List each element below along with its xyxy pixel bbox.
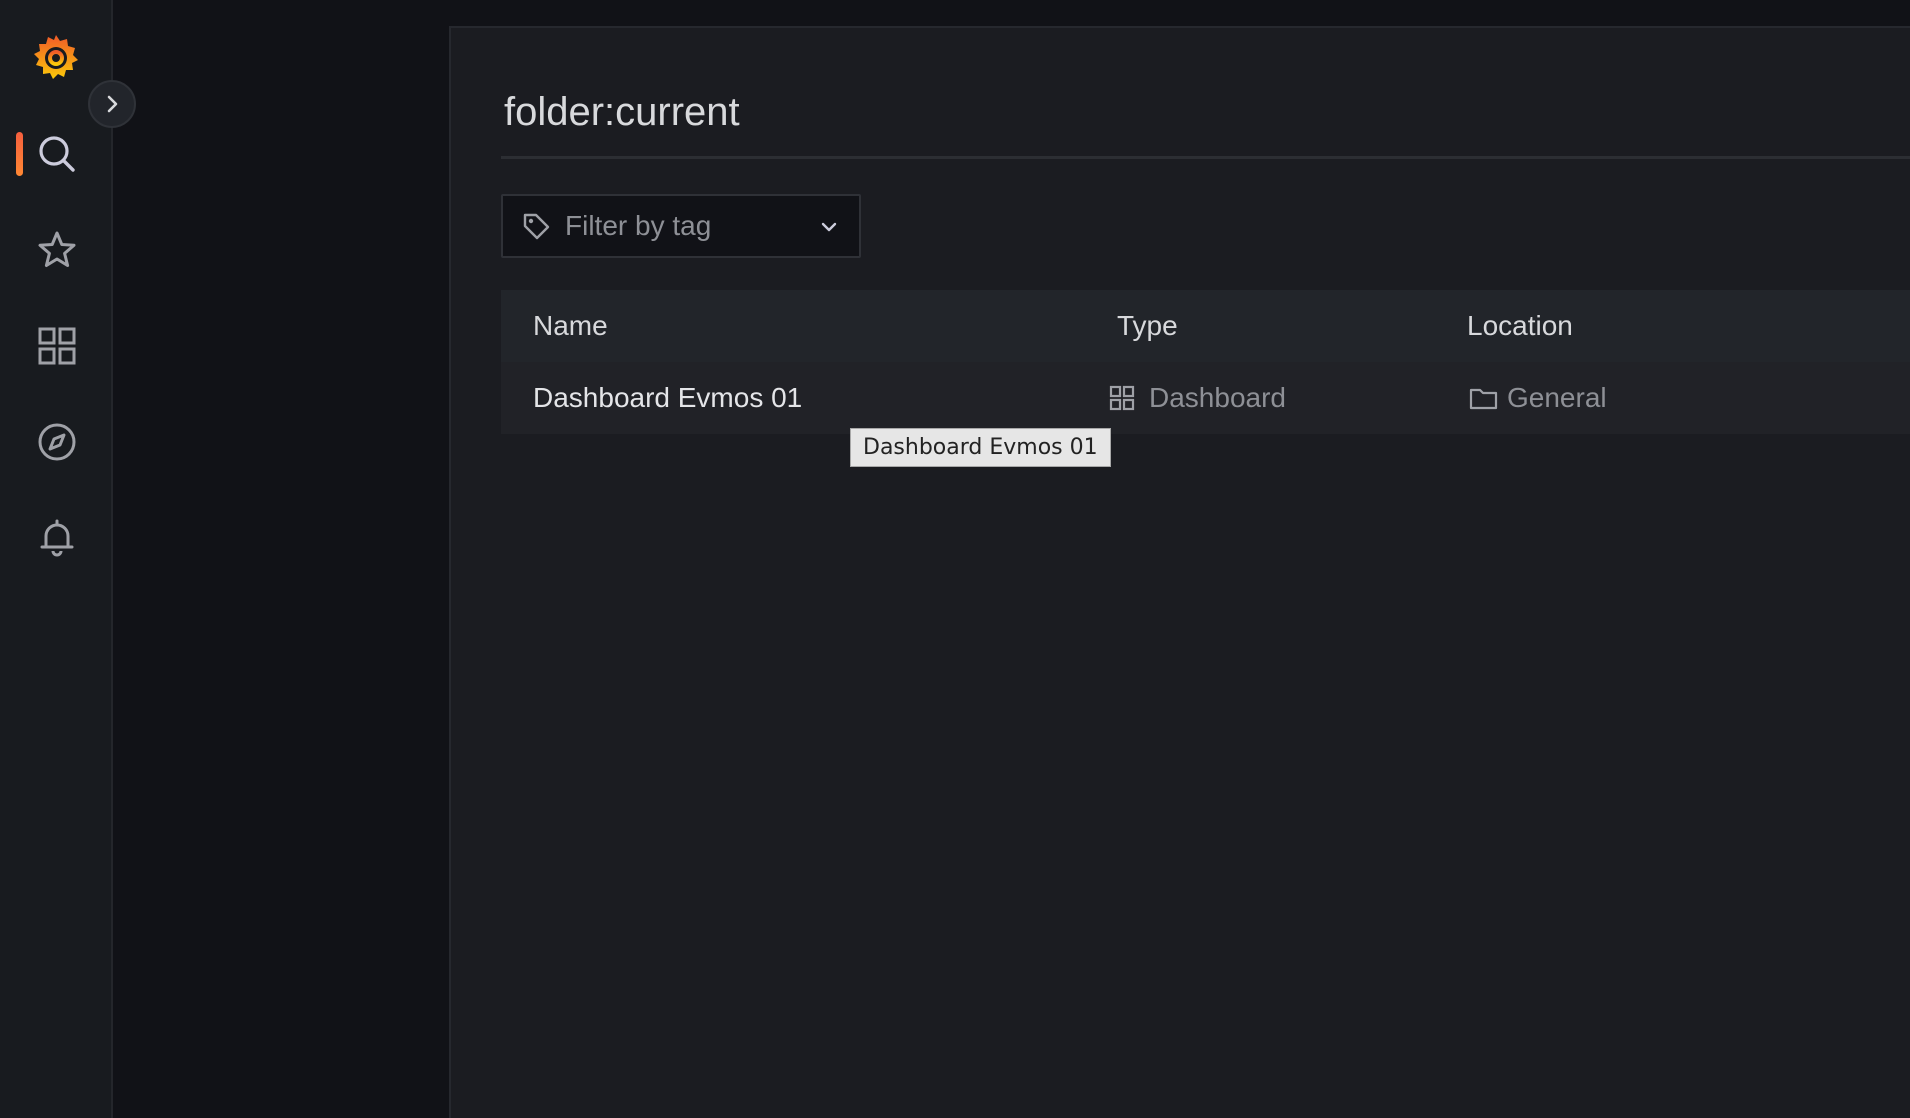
row-location-label: General [1507, 382, 1607, 413]
bell-icon [40, 519, 73, 557]
tag-filter-placeholder: Filter by tag [565, 210, 712, 241]
search-results-table: Name Type Location Dashboard Evmos 01 Da… [501, 290, 1910, 434]
folder-icon [1469, 388, 1498, 410]
top-bar [450, 0, 1910, 26]
tag-icon [523, 213, 550, 240]
table-row[interactable]: Dashboard Evmos 01 Dashboard General [501, 362, 1910, 434]
title-divider [501, 156, 1910, 159]
column-header-location: Location [1467, 310, 1573, 341]
star-icon [38, 231, 75, 267]
dashboards-grid-icon [38, 327, 75, 365]
tag-filter-select[interactable]: Filter by tag [501, 194, 861, 258]
table-header: Name Type Location [501, 290, 1910, 362]
left-pane [115, 0, 450, 1118]
column-header-type: Type [1117, 310, 1178, 341]
page-title: folder:current [504, 90, 740, 134]
chevron-right-icon [107, 95, 118, 113]
search-panel: folder:current Filter by tag Name Type L… [449, 26, 1910, 1118]
sidebar-item-alerting[interactable] [0, 508, 113, 568]
sidebar [0, 0, 113, 1118]
chevron-down-icon[interactable] [819, 217, 839, 237]
dashboard-grid-icon [1109, 385, 1135, 411]
compass-icon [38, 423, 75, 461]
name-tooltip: Dashboard Evmos 01 [850, 428, 1111, 467]
grafana-logo-icon[interactable] [30, 31, 82, 83]
row-name[interactable]: Dashboard Evmos 01 [533, 362, 802, 434]
sidebar-item-explore[interactable] [0, 412, 113, 472]
search-icon [38, 136, 75, 172]
row-location[interactable]: General [1469, 362, 1607, 434]
row-type-label: Dashboard [1149, 382, 1286, 413]
sidebar-item-search[interactable] [0, 124, 113, 184]
expand-sidebar-button[interactable] [88, 80, 136, 128]
column-header-name[interactable]: Name [533, 310, 608, 342]
sidebar-item-starred[interactable] [0, 220, 113, 280]
sidebar-item-dashboards[interactable] [0, 316, 113, 376]
row-type: Dashboard [1109, 362, 1286, 434]
